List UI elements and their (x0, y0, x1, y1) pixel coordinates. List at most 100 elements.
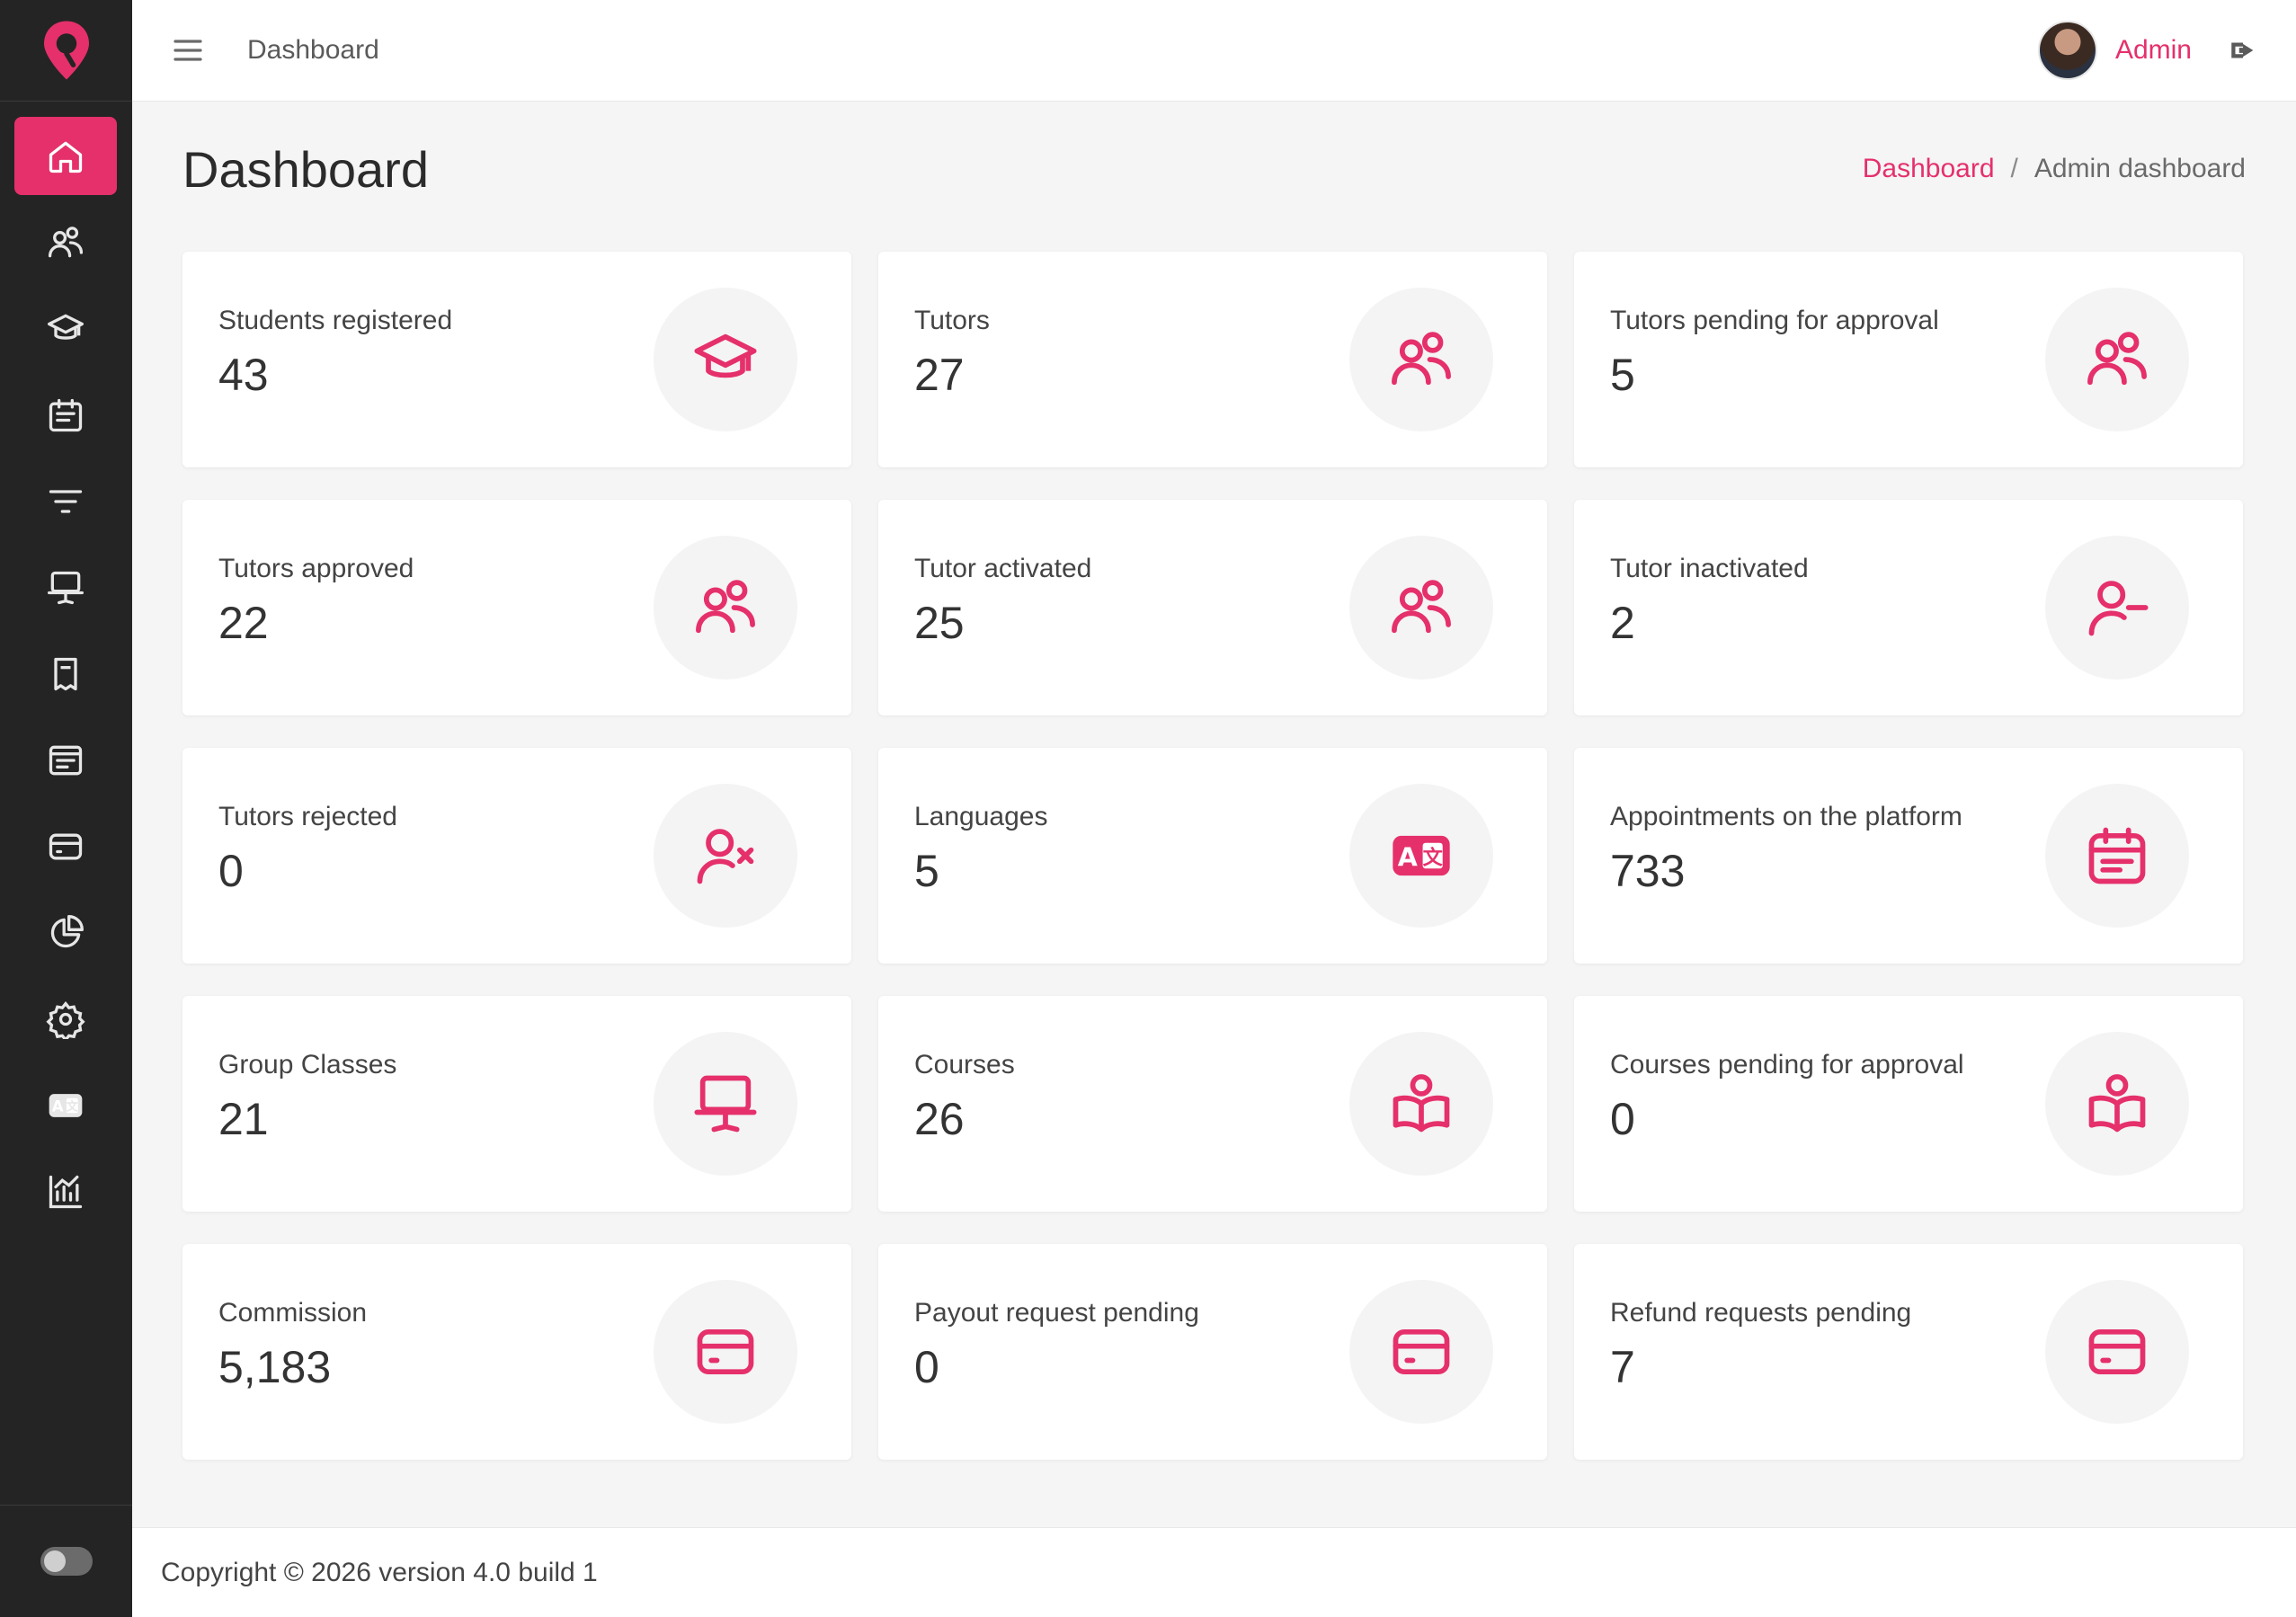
stat-card-courses-pending[interactable]: Courses pending for approval 0 (1574, 996, 2243, 1212)
graduation-cap-icon (691, 325, 760, 394)
stat-label: Students registered (218, 306, 453, 335)
presentation-icon (691, 1070, 760, 1138)
stat-value: 0 (914, 1342, 939, 1392)
sidebar-item-reports[interactable] (14, 893, 117, 972)
home-icon (46, 137, 85, 176)
stat-value: 25 (914, 598, 965, 648)
stat-card-appointments[interactable]: Appointments on the platform 733 (1574, 748, 2243, 964)
book-reader-icon (1387, 1070, 1455, 1138)
breadcrumb-link-dashboard[interactable]: Dashboard (1863, 154, 1995, 184)
stat-card-payout-pending[interactable]: Payout request pending 0 (878, 1244, 1547, 1460)
top-header: Dashboard Admin (132, 0, 2296, 102)
sidebar-item-payments[interactable] (14, 807, 117, 885)
sidebar-item-languages[interactable] (14, 1066, 117, 1144)
stat-value: 5 (914, 846, 939, 896)
header-title: Dashboard (247, 35, 379, 65)
stat-label: Refund requests pending (1610, 1298, 1912, 1328)
credit-card-icon (46, 827, 85, 866)
user-minus-icon (2083, 573, 2151, 642)
stat-label: Tutors pending for approval (1610, 306, 1939, 335)
credit-card-icon (1387, 1318, 1455, 1386)
stat-value: 0 (218, 846, 244, 896)
stat-card-tutors[interactable]: Tutors 27 (878, 252, 1547, 467)
calendar-icon (2083, 822, 2151, 890)
page-header: Dashboard Dashboard / Admin dashboard (182, 138, 2246, 200)
sidebar-footer (0, 1505, 132, 1617)
stat-card-group-classes[interactable]: Group Classes 21 (182, 996, 851, 1212)
users-icon (1387, 325, 1455, 394)
stat-card-commission[interactable]: Commission 5,183 (182, 1244, 851, 1460)
stat-card-tutors-rejected[interactable]: Tutors rejected 0 (182, 748, 851, 964)
stat-card-refund-pending[interactable]: Refund requests pending 7 (1574, 1244, 2243, 1460)
main-content: Dashboard Dashboard / Admin dashboard St… (132, 102, 2296, 1527)
stat-value: 27 (914, 350, 965, 400)
stat-label: Commission (218, 1298, 368, 1328)
stat-value: 733 (1610, 846, 1686, 896)
language-icon (1387, 822, 1455, 890)
user-area: Admin (2037, 21, 2258, 80)
avatar[interactable] (2037, 21, 2097, 80)
bookmark-icon (46, 654, 85, 694)
users-icon (691, 573, 760, 642)
stat-value: 7 (1610, 1342, 1635, 1392)
presentation-icon (46, 568, 85, 608)
stat-value: 43 (218, 350, 269, 400)
user-x-icon (691, 822, 760, 890)
stat-card-students-registered[interactable]: Students registered 43 (182, 252, 851, 467)
credit-card-icon (2083, 1318, 2151, 1386)
sidebar-item-analytics[interactable] (14, 1152, 117, 1231)
stat-value: 2 (1610, 598, 1635, 648)
brand-logo-icon[interactable] (0, 0, 132, 102)
stat-card-tutors-pending[interactable]: Tutors pending for approval 5 (1574, 252, 2243, 467)
user-name[interactable]: Admin (2115, 35, 2192, 66)
bar-chart-icon (46, 1172, 85, 1212)
logout-icon[interactable] (2228, 35, 2258, 66)
stat-label: Courses (914, 1050, 1015, 1079)
stat-card-tutor-inactivated[interactable]: Tutor inactivated 2 (1574, 500, 2243, 715)
news-icon (46, 741, 85, 780)
stat-card-tutor-activated[interactable]: Tutor activated 25 (878, 500, 1547, 715)
sidebar-item-content[interactable] (14, 721, 117, 799)
sidebar-item-filters[interactable] (14, 462, 117, 540)
stat-label: Payout request pending (914, 1298, 1199, 1328)
credit-card-icon (691, 1318, 760, 1386)
users-icon (1387, 573, 1455, 642)
stat-card-courses[interactable]: Courses 26 (878, 996, 1547, 1212)
sidebar-item-students[interactable] (14, 289, 117, 368)
theme-toggle[interactable] (40, 1547, 93, 1576)
sidebar-item-group-classes[interactable] (14, 548, 117, 626)
page-footer: Copyright © 2026 version 4.0 build 1 (132, 1527, 2296, 1617)
breadcrumb-separator: / (2010, 154, 2018, 183)
sidebar-item-home[interactable] (14, 117, 117, 195)
stat-label: Tutor inactivated (1610, 554, 1809, 583)
stat-label: Tutors approved (218, 554, 414, 583)
sidebar-item-users[interactable] (14, 203, 117, 281)
sidebar-item-settings[interactable] (14, 980, 117, 1058)
language-icon (46, 1086, 85, 1125)
hamburger-menu-icon[interactable] (172, 34, 204, 67)
users-icon (2083, 325, 2151, 394)
stat-value: 22 (218, 598, 269, 648)
stat-label: Tutors (914, 306, 990, 335)
sidebar-nav (0, 102, 132, 1231)
sidebar-item-appointments[interactable] (14, 376, 117, 454)
stat-value: 21 (218, 1094, 269, 1144)
calendar-list-icon (46, 395, 85, 435)
stat-label: Courses pending for approval (1610, 1050, 1964, 1079)
graduation-cap-icon (46, 309, 85, 349)
copyright-text: Copyright © 2026 version 4.0 build 1 (161, 1557, 598, 1587)
stats-grid: Students registered 43 Tutors 27 Tutors … (182, 252, 2243, 1460)
stat-label: Appointments on the platform (1610, 802, 1962, 831)
settings-icon (46, 1000, 85, 1039)
stat-label: Tutor activated (914, 554, 1092, 583)
stat-value: 5,183 (218, 1342, 332, 1392)
stat-card-languages[interactable]: Languages 5 (878, 748, 1547, 964)
stat-value: 26 (914, 1094, 965, 1144)
book-reader-icon (2083, 1070, 2151, 1138)
stat-label: Languages (914, 802, 1048, 831)
stat-label: Tutors rejected (218, 802, 397, 831)
stat-card-tutors-approved[interactable]: Tutors approved 22 (182, 500, 851, 715)
stat-value: 5 (1610, 350, 1635, 400)
sidebar-item-bookmarks[interactable] (14, 635, 117, 713)
page-title: Dashboard (182, 140, 429, 198)
